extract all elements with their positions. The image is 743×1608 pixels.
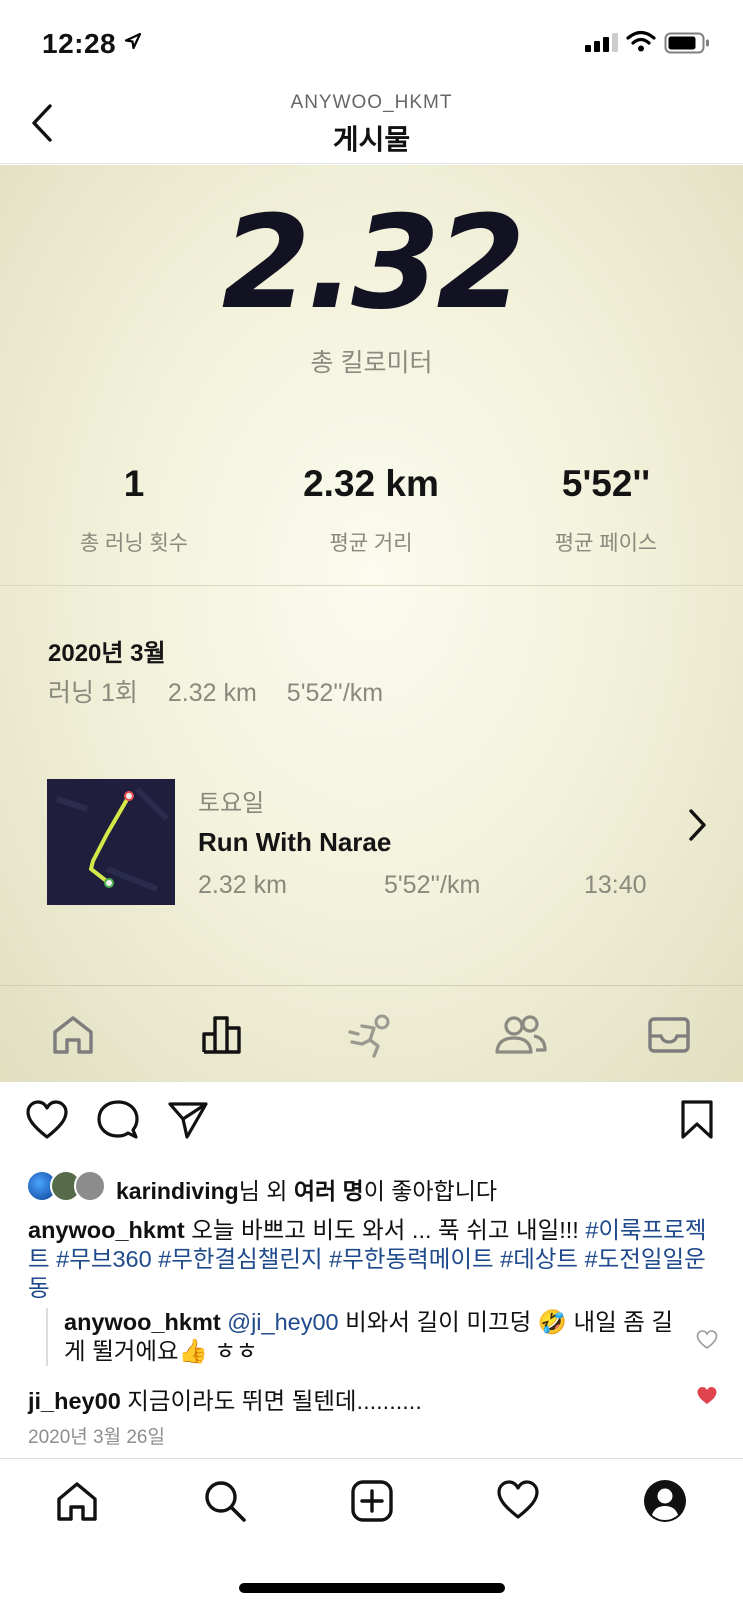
hashtag[interactable]: #무한결심챌린지 <box>158 1246 322 1272</box>
mention-link[interactable]: @ji_hey00 <box>227 1309 338 1335</box>
route-map-thumbnail <box>47 779 175 905</box>
stat-label: 평균 페이스 <box>554 532 658 555</box>
run-name: Run With Narae <box>198 827 392 857</box>
likes-text-1: 님 외 <box>238 1178 294 1204</box>
battery-icon <box>664 32 709 54</box>
caption-text: 오늘 바쁘고 비도 와서 ... 푹 쉬고 내일!!! <box>184 1217 586 1243</box>
post-image[interactable]: 2.32 총 킬로미터 1 총 러닝 횟수 2.32 km 평균 거리 5'52… <box>0 165 743 1082</box>
likes-text: karindiving님 외 여러 명이 좋아합니다 <box>116 1172 497 1206</box>
emoji: 👍 <box>178 1338 208 1364</box>
comment-username[interactable]: ji_hey00 <box>28 1388 121 1414</box>
likes-others[interactable]: 여러 명 <box>294 1178 364 1204</box>
home-indicator <box>239 1583 505 1593</box>
activity-heart-icon[interactable] <box>496 1479 540 1521</box>
header-username[interactable]: ANYWOO_HKMT <box>0 92 743 114</box>
comment-reply: anywoo_hkmt @ji_hey00 비와서 길이 미끄덩 🤣 내일 좀 … <box>46 1308 686 1366</box>
comment-like-heart-icon[interactable] <box>696 1330 718 1350</box>
chevron-right-icon <box>689 809 706 841</box>
search-icon[interactable] <box>203 1479 247 1523</box>
new-post-icon[interactable] <box>350 1479 394 1523</box>
chart-icon <box>202 1016 241 1054</box>
comment: ji_hey00 지금이라도 뛰면 될텐데.......... <box>28 1382 422 1416</box>
stat-label: 평균 거리 <box>329 532 413 555</box>
post-actions <box>0 1100 743 1150</box>
people-icon <box>495 1015 547 1054</box>
caption-username[interactable]: anywoo_hkmt <box>28 1217 185 1243</box>
profile-avatar-icon[interactable] <box>643 1479 687 1523</box>
post-caption: anywoo_hkmt 오늘 바쁘고 비도 와서 ... 푹 쉬고 내일!!! … <box>28 1216 718 1303</box>
home-icon[interactable] <box>55 1479 99 1523</box>
header: ANYWOO_HKMT 게시물 <box>0 88 743 164</box>
total-km-value: 2.32 <box>221 189 526 338</box>
hashtag[interactable]: #데상트 <box>500 1246 578 1272</box>
run-distance: 2.32 km <box>198 871 287 899</box>
stat-avg-pace: 5'52'' 평균 페이스 <box>486 463 726 557</box>
divider <box>0 585 743 586</box>
post-date: 2020년 3월 26일 <box>28 1427 165 1448</box>
month-distance: 2.32 km <box>167 679 257 707</box>
comment-text: ㅎㅎ <box>207 1338 258 1364</box>
month-runs: 러닝 1회 <box>48 679 138 707</box>
comment-icon[interactable] <box>97 1100 139 1140</box>
inbox-icon <box>648 1017 690 1053</box>
liker-username[interactable]: karindiving <box>116 1178 239 1204</box>
location-arrow-icon <box>124 32 142 50</box>
run-day: 토요일 <box>198 790 265 817</box>
share-send-icon[interactable] <box>167 1100 209 1140</box>
stat-value: 2.32 km <box>303 463 439 504</box>
app-tab-bar <box>0 985 743 1082</box>
stat-label: 총 러닝 횟수 <box>79 532 189 555</box>
total-km-label: 총 킬로미터 <box>310 349 433 377</box>
status-bar: 12:28 <box>0 0 743 88</box>
status-time: 12:28 <box>42 28 117 59</box>
runner-icon <box>348 1014 390 1058</box>
month-heading: 2020년 3월 <box>48 640 166 667</box>
like-heart-icon[interactable] <box>25 1100 69 1140</box>
page-title: 게시물 <box>332 124 411 155</box>
bottom-nav <box>0 1458 743 1608</box>
comment-text: 지금이라도 뛰면 될텐데.......... <box>120 1388 422 1414</box>
route-path <box>47 779 175 905</box>
home-icon <box>53 1016 93 1054</box>
likes-text-2: 이 좋아합니다 <box>363 1178 498 1204</box>
bookmark-icon[interactable] <box>680 1100 714 1140</box>
month-stats: 러닝 1회 2.32 km 5'52''/km <box>48 673 413 709</box>
stat-value: 5'52'' <box>561 463 651 504</box>
run-pace: 5'52''/km <box>384 871 481 899</box>
emoji: 🤣 <box>537 1309 567 1335</box>
stat-run-count: 1 총 러닝 횟수 <box>14 463 254 557</box>
comment-username[interactable]: anywoo_hkmt <box>64 1309 221 1335</box>
hashtag[interactable]: #무한동력메이트 <box>329 1246 493 1272</box>
hashtag[interactable]: #무브360 <box>56 1246 152 1272</box>
month-pace: 5'52''/km <box>286 679 384 707</box>
run-time: 13:40 <box>584 871 647 899</box>
stat-value: 1 <box>123 463 145 504</box>
wifi-icon <box>626 30 656 52</box>
stat-avg-distance: 2.32 km 평균 거리 <box>251 463 491 557</box>
liker-avatar <box>74 1170 106 1202</box>
comment-liked-heart-icon[interactable] <box>696 1386 718 1406</box>
cellular-signal-icon <box>585 33 618 52</box>
comment-text: 비와서 길이 미끄덩 <box>338 1309 538 1335</box>
